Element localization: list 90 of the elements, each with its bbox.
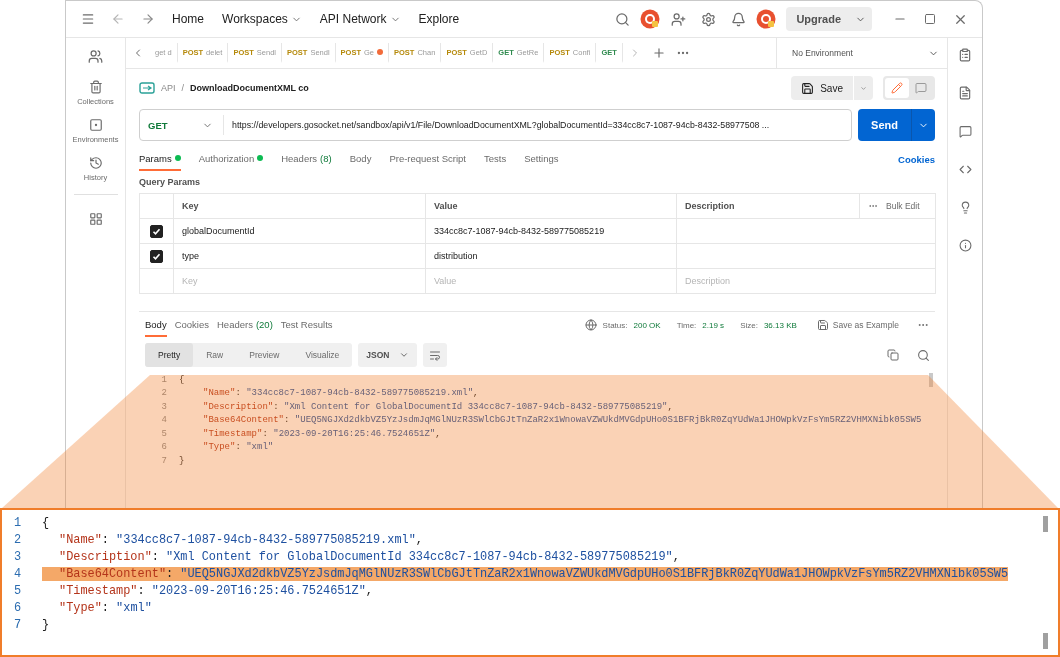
bulk-edit-button[interactable]: Bulk Edit [859, 194, 935, 218]
request-section-tab[interactable]: Settings [524, 147, 559, 171]
url-bar[interactable]: GET https://developers.gosocket.net/sandbox/api/v1/File/DownloadDocumentXML?globalDocumentId=334cc8c7-1087-94cb-8432-58977508 ... [139, 109, 852, 141]
history-icon [88, 156, 103, 170]
bin-icon [88, 80, 103, 94]
request-section-tab[interactable]: Headers (8) [281, 147, 332, 171]
pencil-icon[interactable] [885, 78, 909, 98]
cookies-link[interactable]: Cookies [898, 153, 935, 165]
line-number: 2 [13, 532, 23, 547]
line-number: 6 [160, 442, 167, 453]
line-number: 7 [160, 455, 167, 466]
line-number: 2 [160, 388, 167, 399]
checkbox[interactable] [150, 224, 163, 238]
response-tab[interactable]: Body [145, 313, 167, 337]
code-line: } [179, 455, 185, 466]
table-cell: globalDocumentId [174, 219, 426, 244]
nav-menu-item[interactable]: Explore [412, 12, 466, 26]
nav-menu-item[interactable]: API Network [313, 12, 407, 26]
upgrade-button[interactable]: Upgrade [786, 7, 872, 31]
http-icon [139, 82, 155, 94]
request-section-tab[interactable]: Authorization [198, 147, 264, 171]
line-number: 1 [160, 374, 167, 385]
code-line: "Timestamp": "2023-09-20T16:25:46.7524651Z", [58, 583, 373, 598]
code-line: "Type": "xml" [202, 442, 274, 453]
code-line: "Description": "Xml Content for GlobalDocumentId 334cc8c7-1087-94cb-8432-589775085219", [58, 549, 680, 564]
save-as-example-button[interactable]: Save as Example [810, 318, 905, 332]
line-number: 4 [160, 415, 167, 426]
line-number: 3 [13, 549, 23, 564]
code-line: "Description": "Xml Content for GlobalDocumentId 334cc8c7-1087-94cb-8432-589775085219", [202, 401, 673, 412]
view-mode-tab[interactable]: Pretty [145, 343, 194, 367]
line-number: 4 [13, 566, 23, 581]
code-line: { [42, 515, 50, 530]
response-tab[interactable]: Test Results [280, 313, 333, 337]
line-number: 7 [13, 617, 23, 632]
globe-icon[interactable] [584, 319, 597, 331]
wrap-lines-icon[interactable] [423, 343, 448, 367]
code-line: "Type": "xml" [58, 600, 152, 615]
code-line: "Base64Content": "UEQ5NGJXd2dkbVZ5YzJsdmJqMGlNUzR3SWlCbGJtTnZaR2x1WnowaVZWUkdMVGdpUHo0S1BFRjBkR0ZqYUdWa1JHOWpkVzFsYm5RZ2VHMXNibk05SW5 [202, 415, 922, 426]
environment-select[interactable]: No Environment [776, 37, 947, 69]
nav-menu-item[interactable]: Home [166, 12, 210, 26]
request-section-tab[interactable]: Tests [483, 147, 507, 171]
line-number: 6 [13, 600, 23, 615]
breadcrumb-separator: / [181, 83, 185, 93]
avatar-icon[interactable] [640, 9, 661, 29]
description-input[interactable]: Description [677, 269, 936, 294]
request-section-tab[interactable]: Params [139, 147, 181, 171]
request-section-tab[interactable]: Body [349, 147, 372, 171]
code-line: } [42, 617, 50, 632]
code-line: "Name": "334cc8c7-1087-94cb-8432-589775085219.xml", [202, 388, 479, 399]
response-tab[interactable]: Headers (20) [217, 313, 273, 337]
status-label: Status: [602, 320, 628, 330]
time-label: Time: [676, 320, 697, 330]
line-number: 3 [160, 401, 167, 412]
response-tab[interactable]: Cookies [174, 313, 209, 337]
check-icon [152, 251, 161, 261]
key-input[interactable]: Key [174, 269, 426, 294]
request-name: DownloadDocumentXML co [190, 83, 309, 93]
column-header: Value [426, 194, 677, 219]
scrollbar [1043, 633, 1048, 649]
value-input[interactable]: Value [426, 269, 677, 294]
size-value: 36.13 KB [763, 320, 797, 330]
section-title: Query Params [139, 177, 202, 189]
nav-menu-item[interactable]: Workspaces [216, 12, 308, 26]
line-number: 1 [13, 515, 23, 530]
check-icon [152, 226, 161, 236]
view-mode-tab[interactable]: Preview [236, 343, 293, 367]
scrollbar[interactable] [929, 373, 933, 387]
checkbox[interactable] [150, 249, 163, 263]
scrollbar [1043, 516, 1048, 532]
time-value: 2.19 s [702, 320, 725, 330]
code-line: "Timestamp": "2023-09-20T16:25:46.7524651Z", [202, 428, 441, 439]
view-mode-tab[interactable]: Raw [193, 343, 237, 367]
chevron-down-icon [399, 350, 410, 360]
column-header: Key [174, 194, 426, 219]
column-header: Description [684, 200, 736, 213]
view-mode-tab[interactable]: Visualize [292, 343, 353, 367]
line-number: 5 [160, 428, 167, 439]
code-line: "Name": "334cc8c7-1087-94cb-8432-589775085219.xml", [58, 532, 423, 547]
format-select[interactable]: JSON [358, 343, 418, 367]
save-button[interactable]: Save [791, 76, 853, 100]
size-label: Size: [740, 320, 758, 330]
status-value: 200 OK [633, 320, 661, 330]
code-line: { [179, 374, 185, 385]
send-button[interactable]: Send [858, 109, 935, 141]
table-cell: 334cc8c7-1087-94cb-8432-589775085219 [426, 219, 677, 244]
line-number: 5 [13, 583, 23, 598]
breadcrumb-link[interactable]: API [161, 83, 176, 93]
method-select[interactable]: GET [140, 115, 224, 135]
avatar-icon[interactable] [756, 9, 777, 29]
request-section-tab[interactable]: Pre-request Script [389, 147, 466, 171]
